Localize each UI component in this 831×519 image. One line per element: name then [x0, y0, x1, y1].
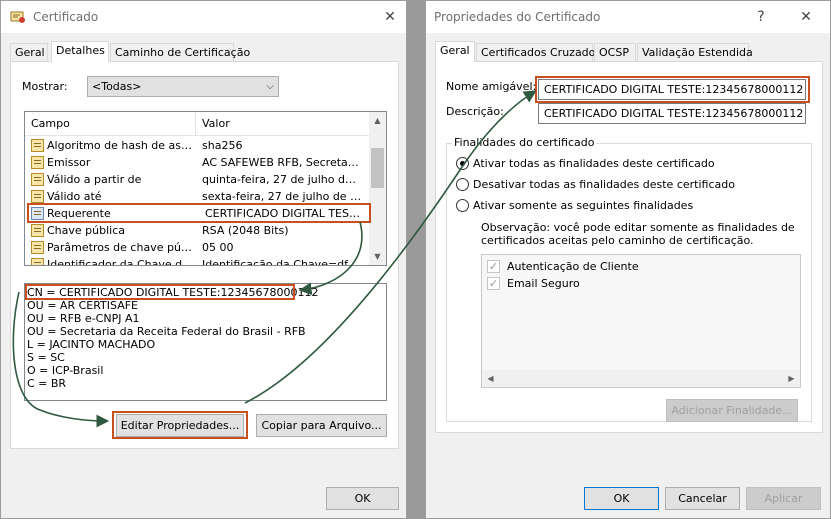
field-value: RSA (2048 Bits) [202, 224, 289, 237]
scroll-left-icon[interactable]: ◀ [482, 370, 499, 387]
highlight-subject-row [27, 203, 371, 223]
purpose-checkbox-secure-email[interactable]: ✓ [487, 277, 500, 290]
title-bar: Propriedades do Certificado ? ✕ [426, 1, 830, 33]
detail-line: OU = RFB e-CNPJ A1 [27, 312, 140, 325]
highlight-friendly-name [535, 76, 810, 103]
description-label: Descrição: [446, 105, 504, 118]
tab-general[interactable]: Geral [10, 43, 48, 61]
radio-enable-only-label[interactable]: Ativar somente as seguintes finalidades [473, 199, 693, 212]
list-item[interactable]: Chave pública RSA (2048 Bits) [25, 222, 369, 239]
purpose-label-client-auth: Autenticação de Cliente [507, 260, 639, 273]
purpose-label-secure-email: Email Seguro [507, 277, 580, 290]
note-line-1: Observação: você pode editar somente as … [481, 221, 795, 234]
field-name: Emissor [47, 156, 91, 169]
apply-button[interactable]: Aplicar [746, 487, 821, 510]
copy-to-file-button[interactable]: Copiar para Arquivo... [256, 414, 387, 437]
title-bar: Certificado ✕ [1, 1, 406, 33]
field-value: 05 00 [202, 241, 234, 254]
scroll-right-icon[interactable]: ▶ [783, 370, 800, 387]
certificate-field-icon [31, 139, 44, 152]
help-icon[interactable]: ? [750, 7, 772, 27]
close-icon[interactable]: ✕ [795, 7, 817, 27]
general-panel: Nome amigável: CERTIFICADO DIGITAL TESTE… [435, 61, 823, 433]
certificate-field-icon [31, 156, 44, 169]
field-name: Parâmetros de chave pública [47, 241, 197, 254]
close-icon[interactable]: ✕ [379, 7, 401, 27]
fields-list[interactable]: Campo Valor Algoritmo de hash de assina.… [24, 111, 387, 266]
certificate-field-icon [31, 190, 44, 203]
chevron-down-icon: ⌵ [266, 81, 274, 92]
certificate-field-icon [31, 241, 44, 254]
list-item[interactable]: Emissor AC SAFEWEB RFB, Secretaria ... [25, 154, 369, 171]
column-value[interactable]: Valor [202, 117, 230, 130]
add-purpose-button[interactable]: Adicionar Finalidade... [666, 399, 798, 422]
radio-disable-all-label[interactable]: Desativar todas as finalidades deste cer… [473, 178, 735, 191]
list-item[interactable]: Algoritmo de hash de assina... sha256 [25, 137, 369, 154]
radio-enable-all[interactable] [456, 157, 469, 170]
show-dropdown-value: <Todas> [92, 80, 142, 93]
description-field[interactable]: CERTIFICADO DIGITAL TESTE:12345678000112 [538, 103, 806, 124]
certificate-field-icon [31, 173, 44, 186]
field-value: quinta-feira, 27 de julho de 20... [202, 173, 362, 186]
certificate-properties-window: Propriedades do Certificado ? ✕ Geral Ce… [425, 0, 831, 519]
radio-enable-all-label[interactable]: Ativar todas as finalidades deste certif… [473, 157, 715, 170]
scroll-down-icon[interactable]: ▼ [369, 248, 386, 265]
tab-extended-validation[interactable]: Validação Estendida [637, 43, 753, 61]
tab-certification-path[interactable]: Caminho de Certificação [110, 43, 250, 61]
purposes-list[interactable]: ✓ Autenticação de Cliente ✓ Email Seguro… [481, 254, 801, 388]
field-value: Identificação da Chave=df454... [202, 258, 362, 266]
window-title: Propriedades do Certificado [434, 10, 601, 24]
ok-button[interactable]: OK [326, 487, 399, 510]
show-dropdown[interactable]: <Todas> ⌵ [87, 76, 279, 97]
certificate-field-icon [31, 224, 44, 237]
column-field[interactable]: Campo [31, 117, 70, 130]
list-item[interactable]: Identificador da Chave da ... Identifica… [25, 256, 369, 266]
radio-disable-all[interactable] [456, 178, 469, 191]
field-name: Identificador da Chave da ... [47, 258, 197, 266]
edit-properties-button[interactable]: Editar Propriedades... [116, 414, 244, 437]
scroll-up-icon[interactable]: ▲ [369, 112, 386, 129]
detail-line: C = BR [27, 377, 67, 390]
field-name: Chave pública [47, 224, 126, 237]
field-value: sha256 [202, 139, 243, 152]
tab-ocsp[interactable]: OCSP [594, 43, 636, 61]
field-value: AC SAFEWEB RFB, Secretaria ... [202, 156, 362, 169]
list-item[interactable]: Parâmetros de chave pública 05 00 [25, 239, 369, 256]
window-title: Certificado [33, 10, 99, 24]
list-header: Campo Valor [25, 112, 369, 136]
radio-enable-only[interactable] [456, 199, 469, 212]
detail-line: OU = AR CERTISAFE [27, 299, 139, 312]
detail-line: L = JACINTO MACHADO [27, 338, 156, 351]
scroll-thumb[interactable] [371, 148, 384, 188]
ok-button[interactable]: OK [584, 487, 659, 510]
field-name: Algoritmo de hash de assina... [47, 139, 197, 152]
purpose-checkbox-client-auth[interactable]: ✓ [487, 260, 500, 273]
field-detail-box[interactable]: CN = CERTIFICADO DIGITAL TESTE:123456780… [24, 283, 387, 401]
list-item[interactable]: Válido a partir de quinta-feira, 27 de j… [25, 171, 369, 188]
tab-general[interactable]: Geral [435, 41, 475, 62]
field-name: Válido a partir de [47, 173, 142, 186]
details-panel: Mostrar: <Todas> ⌵ Campo Valor Algoritmo… [10, 61, 399, 449]
tab-cross-certificates[interactable]: Certificados Cruzados [476, 43, 601, 61]
field-value: sexta-feira, 27 de julho de 20... [202, 190, 362, 203]
detail-line: O = ICP-Brasil [27, 364, 104, 377]
certificate-field-icon [31, 258, 44, 265]
purposes-group-title: Finalidades do certificado [452, 136, 597, 149]
show-label: Mostrar: [22, 80, 68, 93]
cancel-button[interactable]: Cancelar [665, 487, 740, 510]
certificate-window: Certificado ✕ Geral Detalhes Caminho de … [0, 0, 407, 519]
friendly-name-label: Nome amigável: [446, 80, 537, 93]
highlight-cn-line [25, 284, 295, 300]
column-separator[interactable] [195, 112, 196, 136]
note-line-2: certificados aceitas pelo caminho de cer… [481, 234, 754, 247]
certificate-icon [10, 10, 26, 24]
purposes-hscrollbar[interactable]: ◀ ▶ [482, 370, 800, 387]
field-name: Válido até [47, 190, 102, 203]
tab-details[interactable]: Detalhes [51, 41, 109, 62]
detail-line: S = SC [27, 351, 65, 364]
list-scrollbar[interactable]: ▲ ▼ [369, 112, 386, 265]
detail-line: OU = Secretaria da Receita Federal do Br… [27, 325, 306, 338]
